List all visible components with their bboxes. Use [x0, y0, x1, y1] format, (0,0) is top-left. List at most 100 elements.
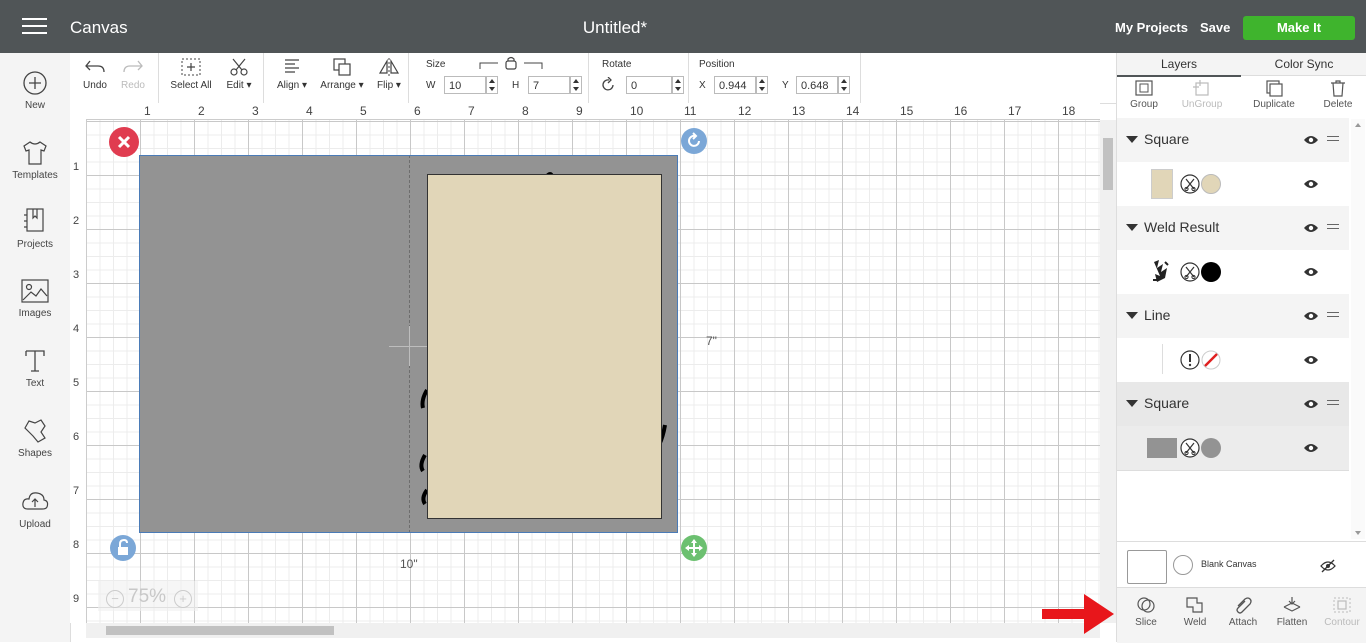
arrange-dropdown[interactable]: Arrange ▾ — [318, 57, 366, 91]
scale-handle[interactable] — [681, 535, 707, 561]
rotate-input[interactable]: 0 — [626, 76, 672, 94]
duplicate-button[interactable]: Duplicate — [1247, 79, 1301, 110]
sidebar-item-new[interactable]: New — [0, 70, 70, 111]
lock-icon[interactable] — [478, 56, 544, 72]
eye-icon[interactable] — [1303, 266, 1319, 278]
drag-handle-icon[interactable] — [1327, 224, 1339, 232]
position-y-stepper[interactable] — [838, 76, 850, 94]
redo-button[interactable]: Redo — [118, 57, 148, 91]
save-button[interactable]: Save — [1200, 20, 1230, 35]
tab-layers[interactable]: Layers — [1117, 53, 1241, 77]
cut-operation-icon[interactable] — [1180, 174, 1200, 194]
slice-label: Slice — [1135, 617, 1157, 628]
eye-icon[interactable] — [1303, 442, 1319, 454]
weld-button[interactable]: Weld — [1175, 596, 1215, 628]
layer-item[interactable] — [1117, 162, 1349, 207]
drag-handle-icon[interactable] — [1327, 400, 1339, 408]
attach-button[interactable]: Attach — [1223, 596, 1263, 628]
delete-button[interactable]: Delete — [1317, 79, 1359, 110]
scroll-thumb[interactable] — [1103, 138, 1113, 190]
score-operation-icon[interactable] — [1180, 350, 1200, 370]
layers-scrollbar[interactable] — [1351, 119, 1365, 539]
color-swatch[interactable] — [1201, 174, 1221, 194]
sidebar-item-templates[interactable]: Templates — [0, 140, 70, 181]
ungroup-button[interactable]: UnGroup — [1177, 79, 1227, 110]
scissors-icon — [230, 58, 248, 76]
layer-group-header[interactable]: Square — [1117, 382, 1349, 427]
slice-button[interactable]: Slice — [1125, 596, 1167, 628]
align-dropdown[interactable]: Align ▾ — [273, 57, 311, 91]
collapse-caret-icon[interactable] — [1126, 136, 1138, 143]
undo-button[interactable]: Undo — [80, 57, 110, 91]
drag-handle-icon[interactable] — [1327, 136, 1339, 144]
zoom-in-button[interactable]: + — [174, 590, 192, 608]
eye-icon[interactable] — [1303, 222, 1319, 234]
layer-group-header[interactable]: Square — [1117, 118, 1349, 163]
eye-hidden-icon[interactable] — [1320, 559, 1336, 573]
height-stepper[interactable] — [570, 76, 582, 94]
sidebar-item-text[interactable]: Text — [0, 348, 70, 389]
layer-actions-bar: Slice Weld Attach Flatten Contour — [1117, 587, 1366, 643]
group-button[interactable]: Group — [1123, 79, 1165, 110]
flip-dropdown[interactable]: Flip ▾ — [373, 57, 405, 91]
layer-group-header[interactable]: Weld Result — [1117, 206, 1349, 251]
flatten-button[interactable]: Flatten — [1271, 596, 1313, 628]
scroll-up-arrow-icon[interactable] — [1355, 123, 1361, 127]
height-input[interactable]: 7 — [528, 76, 570, 94]
eye-icon[interactable] — [1303, 354, 1319, 366]
projects-icon — [24, 208, 44, 232]
scroll-thumb[interactable] — [106, 626, 334, 635]
image-icon — [21, 279, 49, 303]
cut-operation-icon[interactable] — [1180, 262, 1200, 282]
color-swatch[interactable] — [1201, 438, 1221, 458]
design-canvas[interactable]: 1 2 3 4 5 6 7 8 9 10 11 12 13 14 15 16 17 18 123456789 10… — [70, 103, 1100, 623]
sidebar-item-upload[interactable]: Upload — [0, 489, 70, 530]
position-y-input[interactable]: 0.648 — [796, 76, 838, 94]
width-input[interactable]: 10 — [444, 76, 486, 94]
no-color-swatch[interactable] — [1201, 350, 1221, 370]
eye-icon[interactable] — [1303, 134, 1319, 146]
rotate-handle[interactable] — [681, 128, 707, 154]
collapse-caret-icon[interactable] — [1126, 312, 1138, 319]
layer-thumbnail — [1153, 260, 1169, 282]
layer-item[interactable] — [1117, 338, 1349, 383]
canvas-vertical-scrollbar[interactable] — [1100, 120, 1116, 623]
scroll-down-arrow-icon[interactable] — [1355, 531, 1361, 535]
position-group: Position X 0.944 Y 0.648 — [688, 53, 861, 103]
weld-icon — [1186, 597, 1203, 613]
make-it-button[interactable]: Make It — [1243, 16, 1355, 40]
width-stepper[interactable] — [486, 76, 498, 94]
select-all-button[interactable]: Select All — [168, 57, 214, 91]
shapes-icon — [24, 419, 46, 443]
eye-icon[interactable] — [1303, 310, 1319, 322]
sidebar-item-images[interactable]: Images — [0, 278, 70, 319]
close-icon — [117, 135, 131, 149]
collapse-caret-icon[interactable] — [1126, 400, 1138, 407]
delete-handle[interactable] — [109, 127, 139, 157]
collapse-caret-icon[interactable] — [1126, 224, 1138, 231]
eye-icon[interactable] — [1303, 398, 1319, 410]
position-x-input[interactable]: 0.944 — [714, 76, 756, 94]
layer-group-header[interactable]: Line — [1117, 294, 1349, 339]
cut-operation-icon[interactable] — [1180, 438, 1200, 458]
eye-icon[interactable] — [1303, 178, 1319, 190]
ruler-tick-label: 4 — [306, 104, 313, 118]
sidebar-item-projects[interactable]: Projects — [0, 207, 70, 250]
layer-item[interactable] — [1117, 426, 1349, 471]
color-swatch[interactable] — [1201, 262, 1221, 282]
rotate-stepper[interactable] — [672, 76, 684, 94]
unlock-handle[interactable] — [110, 535, 136, 561]
position-x-stepper[interactable] — [756, 76, 768, 94]
my-projects-link[interactable]: My Projects — [1115, 20, 1188, 35]
color-swatch[interactable] — [1173, 555, 1193, 575]
drag-handle-icon[interactable] — [1327, 312, 1339, 320]
tab-color-sync[interactable]: Color Sync — [1241, 53, 1366, 76]
duplicate-icon — [1266, 80, 1283, 97]
canvas-horizontal-scrollbar[interactable] — [86, 623, 1100, 638]
sidebar-item-shapes[interactable]: Shapes — [0, 418, 70, 459]
zoom-out-button[interactable]: − — [106, 590, 124, 608]
contour-button[interactable]: Contour — [1319, 596, 1365, 628]
blank-canvas-thumbnail[interactable] — [1127, 550, 1167, 584]
layer-item[interactable] — [1117, 250, 1349, 295]
edit-dropdown[interactable]: Edit ▾ — [222, 57, 256, 91]
